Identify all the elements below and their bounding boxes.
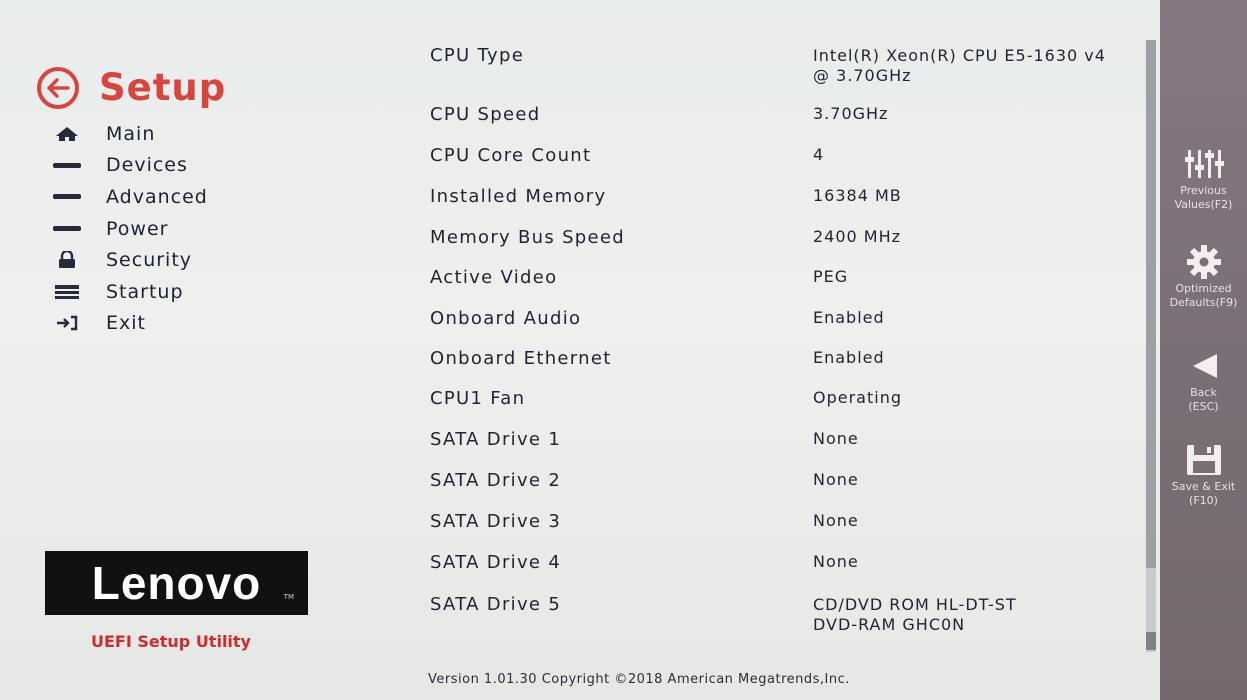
sidebar-item-label: Devices [106, 154, 188, 177]
info-value: 16384 MB [813, 186, 902, 205]
info-label: CPU Core Count [430, 145, 592, 166]
bar-icon [50, 155, 84, 175]
info-label: Active Video [430, 267, 558, 288]
panel-label: Optimized Defaults(F9) [1169, 282, 1238, 309]
logo-tm: TM [283, 593, 294, 601]
info-label: CPU Type [430, 45, 525, 66]
sidebar-item-startup[interactable]: Startup [50, 276, 183, 308]
sidebar-item-exit[interactable]: Exit [50, 308, 145, 340]
version-footer: Version 1.01.30 Copyright ©2018 American… [428, 672, 850, 687]
info-label: CPU Speed [430, 104, 541, 125]
sidebar-item-label: Power [106, 217, 169, 240]
sidebar-item-label: Main [106, 122, 156, 145]
info-label: CPU1 Fan [430, 388, 526, 409]
setup-back-button[interactable]: Setup [37, 66, 226, 109]
sidebar-nav: Main Devices Advanced Power Security Sta… [50, 118, 207, 340]
back-arrow-icon [37, 66, 79, 109]
info-value: 4 [813, 145, 825, 164]
info-value: None [813, 511, 859, 530]
info-value: Enabled [813, 348, 885, 367]
exit-icon [50, 313, 84, 333]
utility-label: UEFI Setup Utility [91, 632, 251, 651]
stack-icon [50, 282, 84, 302]
save-icon [1160, 440, 1247, 480]
sidebar-item-security[interactable]: Security [50, 244, 191, 276]
info-value: 2400 MHz [813, 227, 902, 246]
info-value: 3.70GHz [813, 104, 889, 123]
info-label: SATA Drive 5 [430, 594, 562, 615]
previous-values-button[interactable]: Previous Values(F2) [1160, 144, 1247, 212]
info-label: Installed Memory [430, 186, 607, 207]
sidebar-item-main[interactable]: Main [50, 118, 154, 150]
logo-text: Lenovo [91, 557, 262, 609]
info-label: SATA Drive 3 [430, 511, 562, 532]
info-value: None [813, 552, 859, 571]
sidebar-item-label: Security [106, 249, 193, 272]
info-label: Onboard Audio [430, 308, 582, 329]
panel-label: Save & Exit (F10) [1171, 480, 1236, 507]
back-triangle-icon [1160, 346, 1247, 386]
info-label: Onboard Ethernet [430, 348, 612, 369]
sidebar-item-label: Advanced [106, 185, 208, 208]
home-icon [50, 124, 84, 144]
sliders-icon [1160, 144, 1247, 184]
info-label: SATA Drive 4 [430, 552, 562, 573]
setup-title: Setup [99, 66, 227, 109]
info-value: CD/DVD ROM HL-DT-ST DVD-RAM GHC0N [813, 595, 1017, 634]
lenovo-logo: Lenovo TM [45, 551, 308, 615]
panel-label: Previous Values(F2) [1174, 184, 1233, 211]
info-label: SATA Drive 2 [430, 470, 562, 491]
save-exit-button[interactable]: Save & Exit (F10) [1160, 440, 1247, 508]
info-value: Enabled [813, 308, 885, 327]
panel-label: Back (ESC) [1188, 386, 1219, 413]
info-value: Intel(R) Xeon(R) CPU E5-1630 v4 @ 3.70GH… [813, 46, 1106, 85]
scrollbar-end [1146, 632, 1156, 650]
sidebar-item-advanced[interactable]: Advanced [50, 181, 207, 213]
bar-icon [50, 187, 84, 207]
right-tool-panel: Previous Values(F2) Optimized Defaults(F… [1160, 0, 1247, 700]
info-value: None [813, 470, 859, 489]
sidebar-item-power[interactable]: Power [50, 213, 167, 245]
sidebar-item-label: Exit [106, 312, 146, 335]
sidebar-item-devices[interactable]: Devices [50, 150, 187, 182]
back-button[interactable]: Back (ESC) [1160, 346, 1247, 414]
gear-icon [1160, 242, 1247, 282]
info-value: PEG [813, 267, 849, 286]
info-value: Operating [813, 388, 902, 407]
bar-icon [50, 219, 84, 239]
lock-icon [50, 250, 84, 270]
info-value: None [813, 429, 859, 448]
scrollbar-thumb[interactable] [1146, 40, 1156, 568]
info-label: Memory Bus Speed [430, 227, 626, 248]
optimized-defaults-button[interactable]: Optimized Defaults(F9) [1160, 242, 1247, 310]
sidebar-item-label: Startup [106, 280, 184, 303]
info-label: SATA Drive 1 [430, 429, 562, 450]
